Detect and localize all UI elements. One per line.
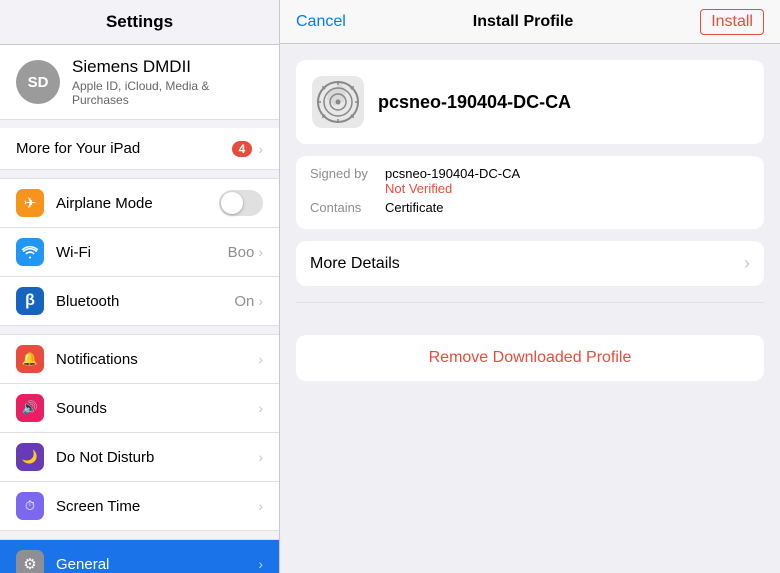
- sidebar-item-do-not-disturb[interactable]: 🌙 Do Not Disturb ›: [0, 433, 279, 482]
- profile-name: pcsneo-190404-DC-CA: [378, 92, 571, 113]
- account-info: Siemens DMDII Apple ID, iCloud, Media & …: [72, 57, 263, 107]
- bluetooth-icon: β: [16, 287, 44, 315]
- wifi-label: Wi-Fi: [56, 244, 228, 261]
- more-ipad-label: More for Your iPad: [16, 140, 232, 157]
- contains-value: Certificate: [385, 200, 444, 215]
- sidebar-item-wifi[interactable]: Wi-Fi Boo ›: [0, 228, 279, 277]
- bluetooth-value: On: [234, 293, 254, 310]
- chevron-notif-icon: ›: [258, 351, 263, 367]
- chevron-sounds-icon: ›: [258, 400, 263, 416]
- signed-by-value: pcsneo-190404-DC-CA: [385, 166, 520, 181]
- account-row[interactable]: SD Siemens DMDII Apple ID, iCloud, Media…: [0, 45, 279, 120]
- account-name: Siemens DMDII: [72, 57, 263, 77]
- settings-group-2: 🔔 Notifications › 🔊 Sounds › 🌙 Do Not Di…: [0, 334, 279, 531]
- sounds-icon: 🔊: [16, 394, 44, 422]
- sidebar-item-notifications[interactable]: 🔔 Notifications ›: [0, 335, 279, 384]
- install-button[interactable]: Install: [700, 9, 764, 35]
- sidebar-item-airplane[interactable]: ✈ Airplane Mode: [0, 179, 279, 228]
- cancel-button[interactable]: Cancel: [296, 13, 346, 31]
- chevron-screentime-icon: ›: [258, 498, 263, 514]
- avatar: SD: [16, 60, 60, 104]
- more-details-label: More Details: [310, 255, 744, 273]
- airplane-label: Airplane Mode: [56, 195, 219, 212]
- not-verified-label: Not Verified: [385, 181, 520, 196]
- account-subtitle: Apple ID, iCloud, Media & Purchases: [72, 79, 263, 107]
- sidebar-item-general[interactable]: ⚙ General ›: [0, 540, 279, 573]
- details-section: Signed by pcsneo-190404-DC-CA Not Verifi…: [296, 156, 764, 229]
- sidebar: Settings SD Siemens DMDII Apple ID, iClo…: [0, 0, 280, 573]
- sidebar-header: Settings: [0, 0, 279, 45]
- bluetooth-label: Bluetooth: [56, 293, 234, 310]
- more-ipad-row[interactable]: More for Your iPad 4 ›: [0, 128, 279, 170]
- main-panel: Cancel Install Profile Install: [280, 0, 780, 573]
- do-not-disturb-icon: 🌙: [16, 443, 44, 471]
- general-label: General: [56, 556, 258, 573]
- do-not-disturb-label: Do Not Disturb: [56, 449, 258, 466]
- settings-group-1: ✈ Airplane Mode Wi-Fi Boo › β Bluet: [0, 178, 279, 326]
- sidebar-item-bluetooth[interactable]: β Bluetooth On ›: [0, 277, 279, 325]
- chevron-right-icon: ›: [258, 141, 263, 157]
- chevron-general-icon: ›: [258, 556, 263, 572]
- settings-group-3: ⚙ General › ◉ Control Center › ☀ Display…: [0, 539, 279, 573]
- notifications-icon: 🔔: [16, 345, 44, 373]
- profile-card: pcsneo-190404-DC-CA: [296, 60, 764, 144]
- chevron-more-details-icon: ›: [744, 253, 750, 274]
- airplane-toggle[interactable]: [219, 190, 263, 216]
- contains-label: Contains: [310, 200, 385, 215]
- sidebar-item-sounds[interactable]: 🔊 Sounds ›: [0, 384, 279, 433]
- screen-time-label: Screen Time: [56, 498, 258, 515]
- remove-profile-label: Remove Downloaded Profile: [429, 349, 632, 366]
- toggle-knob: [221, 192, 243, 214]
- spacer: [280, 286, 780, 302]
- wifi-icon: [16, 238, 44, 266]
- notifications-label: Notifications: [56, 351, 258, 368]
- spacer2: [280, 303, 780, 319]
- screen-time-icon: ⏱: [16, 492, 44, 520]
- chevron-wifi-icon: ›: [258, 244, 263, 260]
- sidebar-title: Settings: [106, 12, 173, 31]
- chevron-dnd-icon: ›: [258, 449, 263, 465]
- nav-bar: Cancel Install Profile Install: [280, 0, 780, 44]
- airplane-icon: ✈: [16, 189, 44, 217]
- sounds-label: Sounds: [56, 400, 258, 417]
- signed-by-label: Signed by: [310, 166, 385, 181]
- nav-title: Install Profile: [473, 13, 573, 31]
- signed-by-values: pcsneo-190404-DC-CA Not Verified: [385, 166, 520, 196]
- profile-icon: [312, 76, 364, 128]
- chevron-bluetooth-icon: ›: [258, 293, 263, 309]
- remove-profile-section[interactable]: Remove Downloaded Profile: [296, 335, 764, 381]
- general-icon: ⚙: [16, 550, 44, 573]
- wifi-value: Boo: [228, 244, 255, 261]
- sidebar-item-screen-time[interactable]: ⏱ Screen Time ›: [0, 482, 279, 530]
- contains-row: Contains Certificate: [310, 200, 750, 215]
- more-details-row[interactable]: More Details ›: [296, 241, 764, 286]
- signed-by-row: Signed by pcsneo-190404-DC-CA Not Verifi…: [310, 166, 750, 196]
- more-ipad-badge: 4: [232, 141, 253, 157]
